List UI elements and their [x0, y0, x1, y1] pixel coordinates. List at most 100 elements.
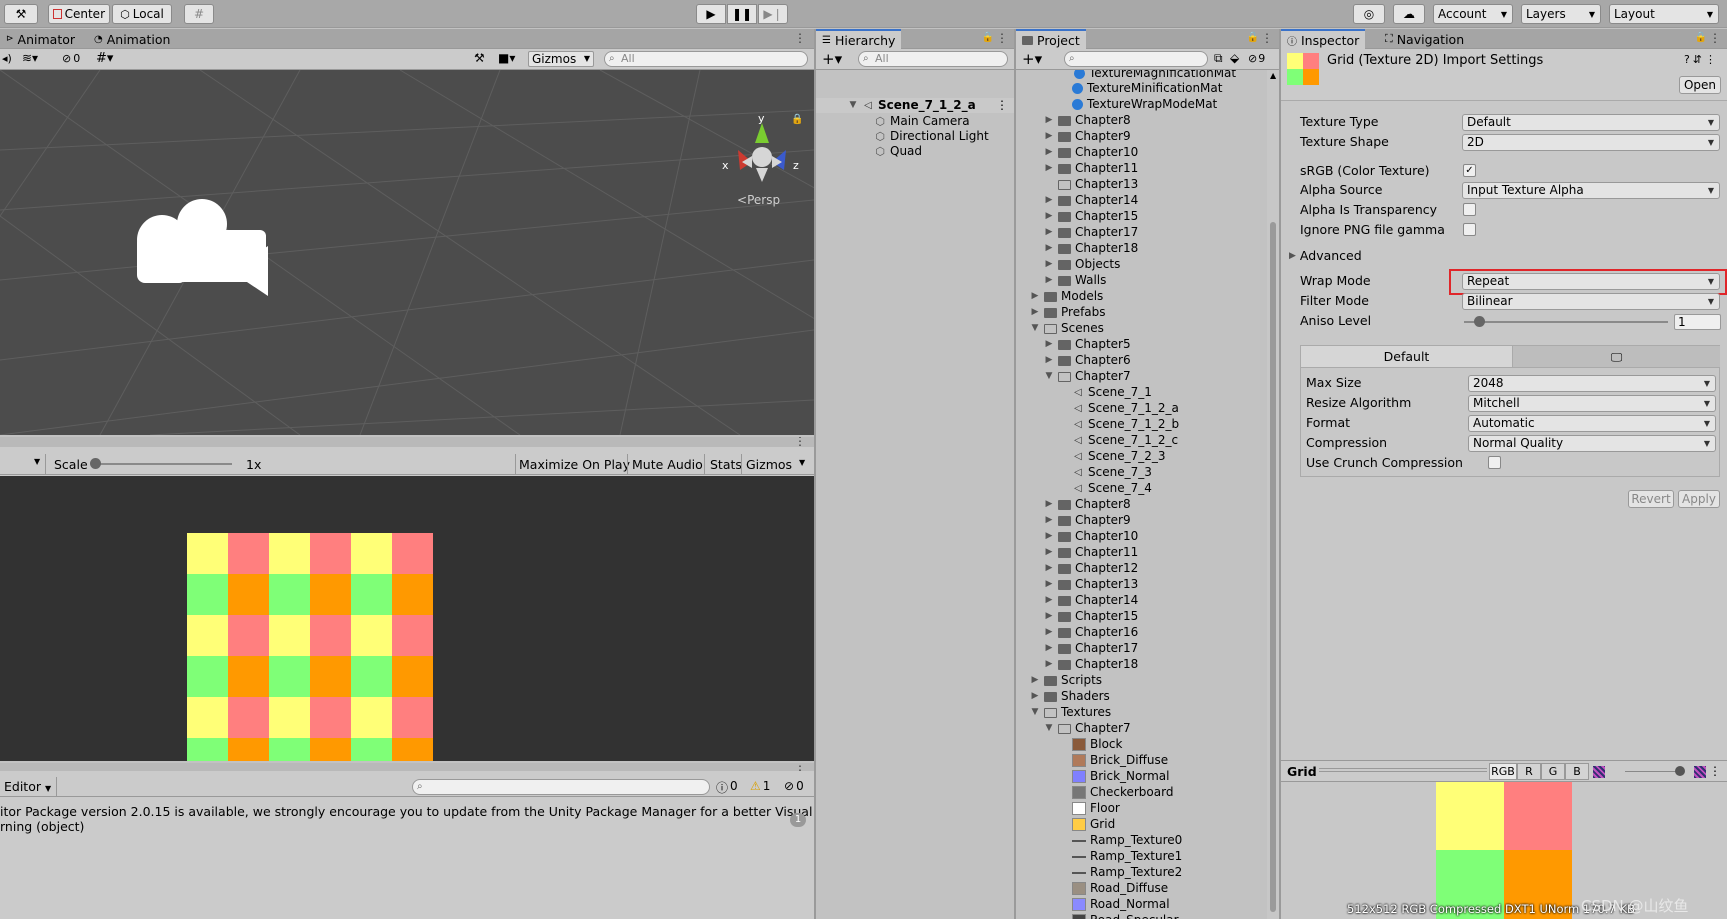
resize-algorithm-dropdown[interactable]: Mitchell ▼	[1468, 395, 1716, 412]
pivot-center-button[interactable]: Center	[48, 4, 110, 24]
project-item[interactable]: ◁ Scene_7_1	[1058, 385, 1152, 400]
collapse-arrow-icon[interactable]: ▶	[1030, 289, 1040, 304]
collapse-arrow-icon[interactable]: ▶	[1030, 305, 1040, 320]
project-item[interactable]: Floor	[1058, 801, 1120, 816]
collapse-arrow-icon[interactable]: ▶	[1044, 353, 1054, 368]
project-item[interactable]: ◁ Scene_7_2_3	[1058, 449, 1165, 464]
open-button[interactable]: Open	[1679, 76, 1721, 94]
info-filter-toggle[interactable]: ⓘ 0	[716, 779, 738, 796]
project-item[interactable]: ▶ Chapter6	[1044, 353, 1131, 368]
tab-hierarchy[interactable]: ☰ Hierarchy	[816, 29, 902, 49]
project-item[interactable]: ▶ Chapter17	[1044, 641, 1139, 656]
project-item[interactable]: ▶ Chapter14	[1044, 193, 1139, 208]
hidden-objects-toggle[interactable]: ⊘ 0	[62, 52, 80, 65]
project-item[interactable]: Grid	[1058, 817, 1115, 832]
project-item[interactable]: ◁ Scene_7_1_2_a	[1058, 401, 1179, 416]
tab-inspector[interactable]: ⓘ Inspector	[1281, 29, 1366, 49]
project-item[interactable]: ▶ Chapter10	[1044, 529, 1139, 544]
kebab-menu-icon[interactable]: ⋮	[794, 437, 806, 448]
project-item-partial[interactable]: TextureMagnificationMat	[1074, 70, 1236, 81]
kebab-menu-icon[interactable]: ⋮	[1709, 31, 1721, 45]
expand-arrow-icon[interactable]: ▼	[1044, 369, 1054, 384]
project-item[interactable]: ▶ Chapter16	[1044, 625, 1139, 640]
play-button[interactable]: ▶	[696, 4, 726, 24]
warning-filter-toggle[interactable]: ⚠ 1	[750, 779, 770, 793]
lock-icon[interactable]: 🔒	[1695, 32, 1707, 43]
project-item[interactable]: ▶ Chapter9	[1044, 513, 1131, 528]
project-item[interactable]: ▶ Chapter8	[1044, 497, 1131, 512]
project-item[interactable]: ◁ Scene_7_1_2_c	[1058, 433, 1178, 448]
account-dropdown[interactable]: Account ▼	[1433, 4, 1513, 24]
filter-mode-dropdown[interactable]: Bilinear ▼	[1462, 293, 1720, 310]
collapse-arrow-icon[interactable]: ▶	[1044, 145, 1054, 160]
collapse-arrow-icon[interactable]: ▶	[1044, 577, 1054, 592]
project-item[interactable]: ▶ Chapter14	[1044, 593, 1139, 608]
project-item[interactable]: ▶ Scripts	[1030, 673, 1103, 688]
preview-drag-handle[interactable]	[1319, 768, 1487, 772]
hierarchy-search-input[interactable]: ⌕ All	[858, 51, 1008, 67]
tools-button[interactable]: ⚒	[4, 4, 38, 24]
project-item[interactable]: Block	[1058, 737, 1122, 752]
project-item[interactable]: Brick_Normal	[1058, 769, 1169, 784]
collapse-arrow-icon[interactable]: ▶	[1044, 497, 1054, 512]
project-item[interactable]: ▶ Chapter13	[1044, 577, 1139, 592]
project-item[interactable]: Ramp_Texture2	[1058, 865, 1182, 880]
project-item[interactable]: ◁ Scene_7_3	[1058, 465, 1152, 480]
collapse-arrow-icon[interactable]: ▶	[1044, 641, 1054, 656]
collapse-arrow-icon[interactable]: ▶	[1044, 193, 1054, 208]
aniso-slider-handle[interactable]	[1474, 316, 1485, 327]
game-gizmos-toggle[interactable]: Gizmos	[746, 457, 792, 472]
audio-icon[interactable]: ◂)	[2, 52, 12, 65]
filter-by-type-icon[interactable]: ⧉	[1214, 51, 1223, 66]
collapse-arrow-icon[interactable]: ▶	[1044, 257, 1054, 272]
tools-overlay-icon[interactable]: ⚒	[474, 51, 485, 65]
project-item[interactable]: ▶ Models	[1030, 289, 1104, 304]
kebab-menu-icon[interactable]: ⋮	[1709, 764, 1721, 778]
project-item[interactable]: TextureMinificationMat	[1058, 81, 1222, 96]
crunch-compression-checkbox[interactable]	[1488, 456, 1501, 469]
expand-arrow-icon[interactable]: ▼	[1030, 321, 1040, 336]
collapse-arrow-icon[interactable]: ▶	[1044, 657, 1054, 672]
filter-by-label-icon[interactable]: ⬙	[1230, 51, 1239, 65]
grid-snap-button[interactable]: #	[184, 4, 214, 24]
project-item[interactable]: Checkerboard	[1058, 785, 1173, 800]
cloud-button[interactable]: ☁	[1393, 4, 1425, 24]
project-search-input[interactable]: ⌕	[1064, 51, 1208, 67]
persp-toggle[interactable]: <Persp	[737, 193, 780, 207]
project-item[interactable]: ◁ Scene_7_1_2_b	[1058, 417, 1179, 432]
collapse-arrow-icon[interactable]: ▶	[1044, 113, 1054, 128]
collapse-arrow-icon[interactable]: ▶	[1044, 241, 1054, 256]
project-item[interactable]: ▶ Chapter9	[1044, 129, 1131, 144]
lock-icon[interactable]: 🔒	[1247, 32, 1259, 43]
stats-toggle[interactable]: Stats	[710, 457, 742, 472]
kebab-menu-icon[interactable]: ⋮	[794, 31, 806, 45]
kebab-menu-icon[interactable]: ⋮	[996, 98, 1008, 113]
game-view[interactable]	[0, 476, 814, 761]
help-settings-icons[interactable]: ?⇵⋮	[1684, 53, 1719, 66]
project-scrollbar-thumb[interactable]	[1270, 222, 1276, 912]
project-item[interactable]: ▶ Chapter12	[1044, 561, 1139, 576]
collapse-arrow-icon[interactable]: ▶	[1044, 273, 1054, 288]
effects-icon[interactable]: ≋▾	[22, 51, 38, 65]
project-item[interactable]: ▶ Chapter18	[1044, 241, 1139, 256]
project-item[interactable]: ▼ Scenes	[1030, 321, 1104, 336]
project-item[interactable]: Brick_Diffuse	[1058, 753, 1168, 768]
scene-search-input[interactable]: ⌕ All	[604, 51, 808, 67]
lock-icon[interactable]: 🔒	[791, 113, 803, 125]
expand-arrow-icon[interactable]: ▼	[1044, 721, 1054, 736]
layers-dropdown[interactable]: Layers ▼	[1521, 4, 1601, 24]
collapse-arrow-icon[interactable]: ▶	[1044, 209, 1054, 224]
camera-dropdown-icon[interactable]: ■▾	[498, 51, 515, 65]
pause-button[interactable]: ❚❚	[727, 4, 757, 24]
project-item[interactable]: ▼ Textures	[1030, 705, 1112, 720]
project-item[interactable]: Road_Diffuse	[1058, 881, 1168, 896]
error-filter-toggle[interactable]: ⊘ 0	[784, 779, 804, 793]
project-item[interactable]: ▶ Chapter8	[1044, 113, 1131, 128]
alpha-transparency-checkbox[interactable]	[1463, 203, 1476, 216]
expand-arrow-icon[interactable]: ▼	[1030, 705, 1040, 720]
project-item[interactable]: Road_Normal	[1058, 897, 1170, 912]
tab-animation[interactable]: ◔ Animation	[88, 29, 176, 49]
project-item[interactable]: TextureWrapModeMat	[1058, 97, 1217, 112]
grid-toggle-icon[interactable]: #▾	[96, 51, 113, 66]
expand-arrow-icon[interactable]: ▼	[848, 98, 858, 113]
